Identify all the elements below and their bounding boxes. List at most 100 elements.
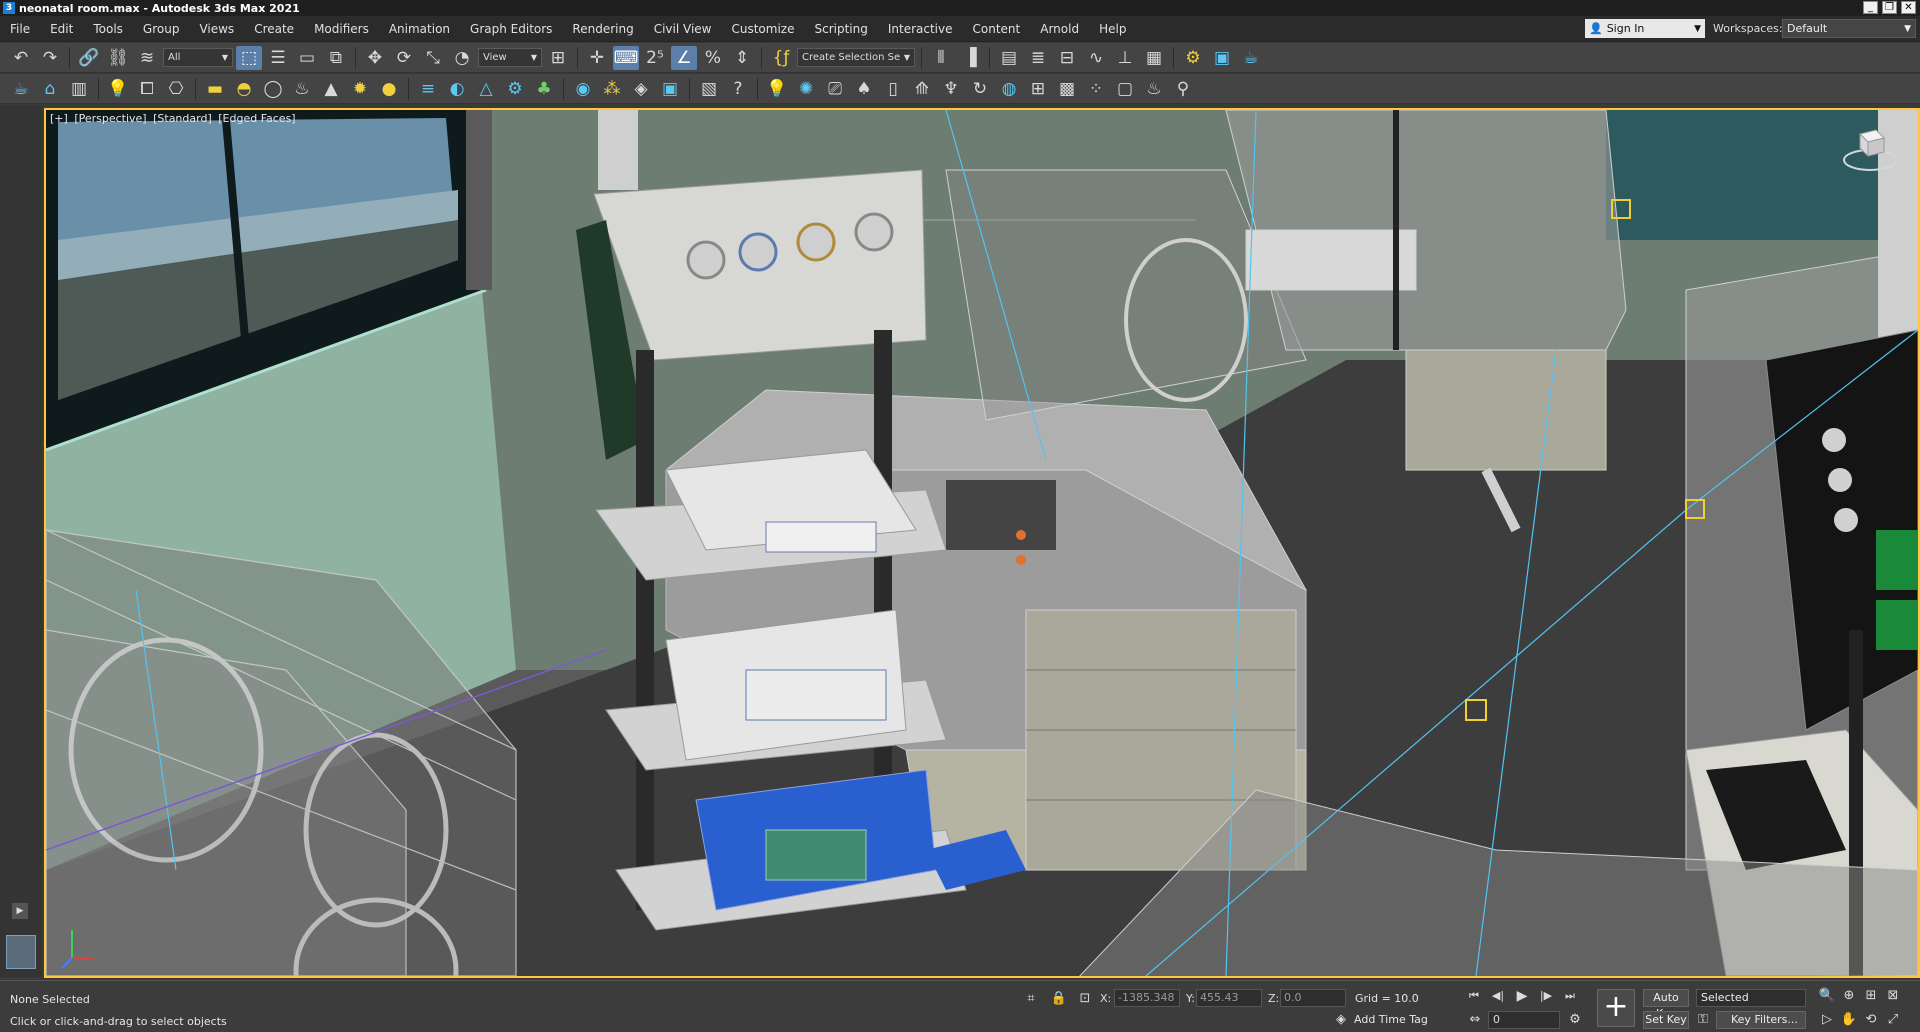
minimize-button[interactable]: _ <box>1863 1 1878 14</box>
perspective-viewport[interactable]: [+] [Perspective] [Standard] [Edged Face… <box>44 108 1920 978</box>
curve-editor-icon[interactable]: ∿ <box>1083 46 1109 70</box>
absolute-mode-icon[interactable]: ⊡ <box>1076 990 1094 1008</box>
goto-end-icon[interactable]: ⏭ <box>1560 987 1580 1005</box>
plant-icon[interactable]: ♣ <box>531 77 557 101</box>
frame-icon[interactable]: ▥ <box>66 77 92 101</box>
z-coordinate-field[interactable]: 0.0 <box>1280 989 1346 1007</box>
frame2-icon[interactable]: ▢ <box>1112 77 1138 101</box>
tree-icon[interactable]: ♠ <box>851 77 877 101</box>
menu-graph-editors[interactable]: Graph Editors <box>460 22 562 36</box>
viewcube[interactable] <box>1840 120 1900 180</box>
menu-arnold[interactable]: Arnold <box>1030 22 1089 36</box>
menu-edit[interactable]: Edit <box>40 22 83 36</box>
play-icon[interactable]: ▶ <box>1512 987 1532 1005</box>
box-icon[interactable]: ▬ <box>202 77 228 101</box>
unlink-icon[interactable]: ⛓ <box>105 46 131 70</box>
sky-icon[interactable]: ◍ <box>996 77 1022 101</box>
viewport-shading[interactable]: [Edged Faces] <box>218 112 295 125</box>
menu-group[interactable]: Group <box>133 22 190 36</box>
book-icon[interactable]: ▯ <box>880 77 906 101</box>
rect-selection-icon[interactable]: ▭ <box>294 46 320 70</box>
material-editor-icon[interactable]: ▦ <box>1141 46 1167 70</box>
zoom-extents-icon[interactable]: ⊞ <box>1862 987 1880 1005</box>
selection-filter-dropdown[interactable]: All ▼ <box>163 48 233 67</box>
spot-camera-icon[interactable]: ⎚ <box>822 77 848 101</box>
hair-icon[interactable]: ≡ <box>415 77 441 101</box>
teapot-icon[interactable]: ☕ <box>8 77 34 101</box>
reload-icon[interactable]: ↻ <box>967 77 993 101</box>
set-key-button[interactable]: Set Key <box>1643 1011 1689 1029</box>
menu-rendering[interactable]: Rendering <box>562 22 643 36</box>
globe-icon[interactable]: ◉ <box>570 77 596 101</box>
teapot2-icon[interactable]: ♨ <box>1141 77 1167 101</box>
pan-icon[interactable]: ✋ <box>1840 1011 1858 1029</box>
sign-in-dropdown[interactable]: 👤 Sign In ▼ <box>1585 19 1705 38</box>
teapot-small-icon[interactable]: ♨ <box>289 77 315 101</box>
mirror-icon[interactable]: ⫴ <box>928 46 954 70</box>
named-selection-dropdown[interactable]: Create Selection Se ▼ <box>797 48 915 67</box>
schematic-view-icon[interactable]: ⊥ <box>1112 46 1138 70</box>
link-icon[interactable]: 🔗 <box>76 46 102 70</box>
menu-content[interactable]: Content <box>963 22 1031 36</box>
viewcube-icon[interactable] <box>1840 120 1900 180</box>
fov-icon[interactable]: ▷ <box>1818 1011 1836 1029</box>
move-icon[interactable]: ✥ <box>362 46 388 70</box>
select-by-name-icon[interactable]: ☰ <box>265 46 291 70</box>
window-crossing-icon[interactable]: ⧉ <box>323 46 349 70</box>
viewport-standard[interactable]: [Standard] <box>153 112 212 125</box>
viewport-menu-plus[interactable]: [+] <box>50 112 68 125</box>
bulb-icon[interactable]: ⚲ <box>1170 77 1196 101</box>
next-frame-icon[interactable]: |▶ <box>1536 987 1556 1005</box>
layer-explorer-icon[interactable]: ≣ <box>1025 46 1051 70</box>
spinner-snap-icon[interactable]: ⇕ <box>729 46 755 70</box>
bind-space-warp-icon[interactable]: ≋ <box>134 46 160 70</box>
particles-icon[interactable]: ⁂ <box>599 77 625 101</box>
edit-named-selection-icon[interactable]: {ƒ <box>768 46 794 70</box>
reference-coord-dropdown[interactable]: View ▼ <box>478 48 542 67</box>
key-filters-button[interactable]: Key Filters... <box>1716 1011 1806 1029</box>
wave-icon[interactable]: ◐ <box>444 77 470 101</box>
bitmap-icon[interactable]: ▧ <box>696 77 722 101</box>
key-mode-select[interactable]: Selected <box>1696 989 1806 1007</box>
workspace-select[interactable]: Default ▼ <box>1782 19 1916 38</box>
render-setup-icon[interactable]: ⚙ <box>1180 46 1206 70</box>
pine-icon[interactable]: ⟰ <box>909 77 935 101</box>
lock-icon[interactable]: 🔒 <box>1050 990 1068 1008</box>
help-icon[interactable]: ? <box>725 77 751 101</box>
viewport-point-of-view[interactable]: [Perspective] <box>74 112 146 125</box>
maximize-viewport-icon[interactable]: ⤢ <box>1884 1011 1902 1029</box>
render-production-icon[interactable]: ☕ <box>1238 46 1264 70</box>
viewport-layout-icon[interactable] <box>6 935 36 969</box>
percent-snap-icon[interactable]: % <box>700 46 726 70</box>
auto-key-button[interactable]: Auto Key <box>1643 989 1689 1020</box>
menu-interactive[interactable]: Interactive <box>878 22 963 36</box>
rotate-icon[interactable]: ⟳ <box>391 46 417 70</box>
menu-scripting[interactable]: Scripting <box>804 22 877 36</box>
redo-icon[interactable]: ↷ <box>37 46 63 70</box>
display-icon[interactable]: ▩ <box>1054 77 1080 101</box>
omni-light-icon[interactable]: ✺ <box>793 77 819 101</box>
restore-button[interactable]: ❐ <box>1882 1 1897 14</box>
scale-icon[interactable]: ⤡ <box>420 46 446 70</box>
toggle-ribbon-icon[interactable]: ⊟ <box>1054 46 1080 70</box>
select-manipulate-icon[interactable]: ✛ <box>584 46 610 70</box>
expand-arrow-icon[interactable]: ▶ <box>12 903 28 919</box>
add-key-button[interactable]: + <box>1597 989 1635 1027</box>
menu-file[interactable]: File <box>0 22 40 36</box>
pyramid-icon[interactable]: △ <box>473 77 499 101</box>
close-button[interactable]: ✕ <box>1901 1 1916 14</box>
viewport-icon[interactable]: ⌂ <box>37 77 63 101</box>
angle-snap-icon[interactable]: ∠ <box>671 45 697 70</box>
cactus-icon[interactable]: ♆ <box>938 77 964 101</box>
goto-start-icon[interactable]: ⏮ <box>1464 987 1484 1005</box>
x-coordinate-field[interactable]: -1385.348 <box>1114 989 1180 1007</box>
add-time-tag[interactable]: Add Time Tag <box>1354 1013 1428 1026</box>
menu-help[interactable]: Help <box>1089 22 1136 36</box>
use-pivot-icon[interactable]: ⊞ <box>545 46 571 70</box>
zoom-all-icon[interactable]: ⊕ <box>1840 987 1858 1005</box>
light-bulb-icon[interactable]: 💡 <box>764 77 790 101</box>
keyboard-shortcut-icon[interactable]: ⌨ <box>613 45 639 70</box>
gear-icon[interactable]: ⚙ <box>502 77 528 101</box>
previous-frame-icon[interactable]: ◀| <box>1488 987 1508 1005</box>
grid-icon[interactable]: ⊞ <box>1025 77 1051 101</box>
